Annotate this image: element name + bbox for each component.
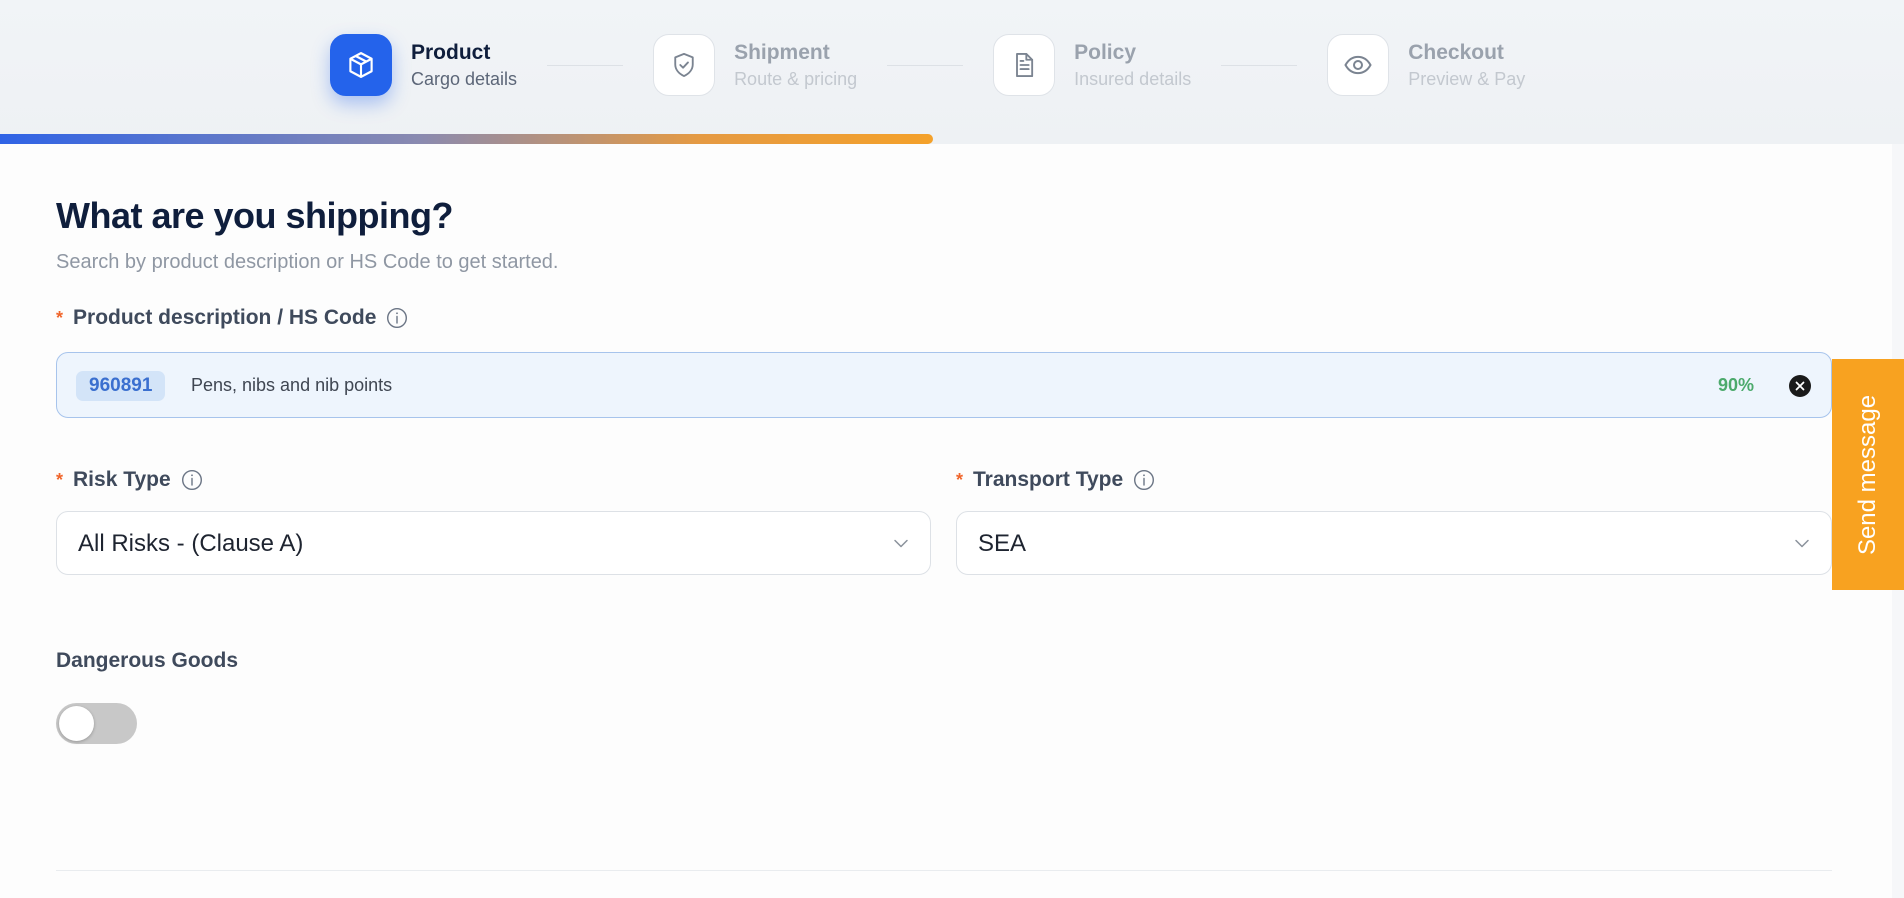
product-field-label: * Product description / HS Code <box>56 306 408 330</box>
progress-bar <box>0 134 933 144</box>
required-mark: * <box>56 307 64 328</box>
checkout-stepper-header: Product Cargo details Shipment Route & p… <box>0 0 1904 144</box>
chevron-down-icon <box>1793 534 1811 557</box>
step-shipment[interactable]: Shipment Route & pricing <box>653 34 857 96</box>
step-product-subtitle: Cargo details <box>411 68 518 89</box>
risk-type-label-text: Risk Type <box>73 468 171 491</box>
divider <box>56 870 1832 871</box>
step-product[interactable]: Product Cargo details <box>330 34 517 96</box>
send-message-button[interactable]: Send message <box>1832 359 1904 590</box>
step-shipment-subtitle: Route & pricing <box>734 68 858 89</box>
box-icon <box>349 52 373 78</box>
match-score: 90% <box>1718 375 1755 395</box>
dangerous-goods-toggle[interactable] <box>56 703 137 744</box>
transport-type-label-text: Transport Type <box>973 468 1124 491</box>
step-connector <box>887 64 964 66</box>
required-mark: * <box>56 469 64 490</box>
document-icon <box>1016 52 1034 78</box>
required-mark: * <box>956 469 964 490</box>
hs-code-chip: 960891 <box>76 371 166 401</box>
step-connector <box>547 64 624 66</box>
step-checkout-subtitle: Preview & Pay <box>1408 68 1526 89</box>
step-policy-icon-tile <box>993 34 1056 96</box>
step-connector <box>1221 64 1298 66</box>
shield-check-icon <box>674 52 694 78</box>
risk-type-label: * Risk Type <box>56 468 203 492</box>
risk-type-value: All Risks - (Clause A) <box>78 530 304 557</box>
send-message-label: Send message <box>1854 394 1882 555</box>
step-checkout[interactable]: Checkout Preview & Pay <box>1327 34 1525 96</box>
step-product-icon-tile <box>330 34 392 96</box>
product-field-label-text: Product description / HS Code <box>73 306 377 329</box>
step-shipment-icon-tile <box>653 34 716 96</box>
step-product-title: Product <box>411 40 491 64</box>
info-icon[interactable] <box>181 469 203 491</box>
step-policy[interactable]: Policy Insured details <box>993 34 1191 96</box>
page-title: What are you shipping? <box>56 195 454 236</box>
stepper: Product Cargo details Shipment Route & p… <box>330 34 1525 96</box>
info-icon[interactable] <box>386 307 408 329</box>
toggle-knob <box>59 706 94 741</box>
transport-type-select[interactable]: SEA <box>956 511 1832 575</box>
risk-type-select[interactable]: All Risks - (Clause A) <box>56 511 931 575</box>
step-policy-subtitle: Insured details <box>1074 68 1192 89</box>
page-subtitle: Search by product description or HS Code… <box>56 251 559 273</box>
step-policy-title: Policy <box>1074 40 1137 64</box>
step-checkout-title: Checkout <box>1408 40 1504 64</box>
step-shipment-title: Shipment <box>734 40 830 64</box>
progress-track <box>0 134 1904 144</box>
product-form: What are you shipping? Search by product… <box>0 144 1892 898</box>
eye-icon <box>1344 55 1372 75</box>
dangerous-goods-label: Dangerous Goods <box>56 649 239 672</box>
chevron-down-icon <box>892 534 910 557</box>
transport-type-value: SEA <box>978 530 1027 557</box>
product-search-input[interactable]: 960891 Pens, nibs and nib points 90% <box>56 352 1832 418</box>
product-description: Pens, nibs and nib points <box>191 375 393 395</box>
transport-type-label: * Transport Type <box>956 468 1155 492</box>
info-icon[interactable] <box>1133 469 1155 491</box>
step-checkout-icon-tile <box>1327 34 1390 96</box>
clear-icon[interactable] <box>1789 375 1811 397</box>
